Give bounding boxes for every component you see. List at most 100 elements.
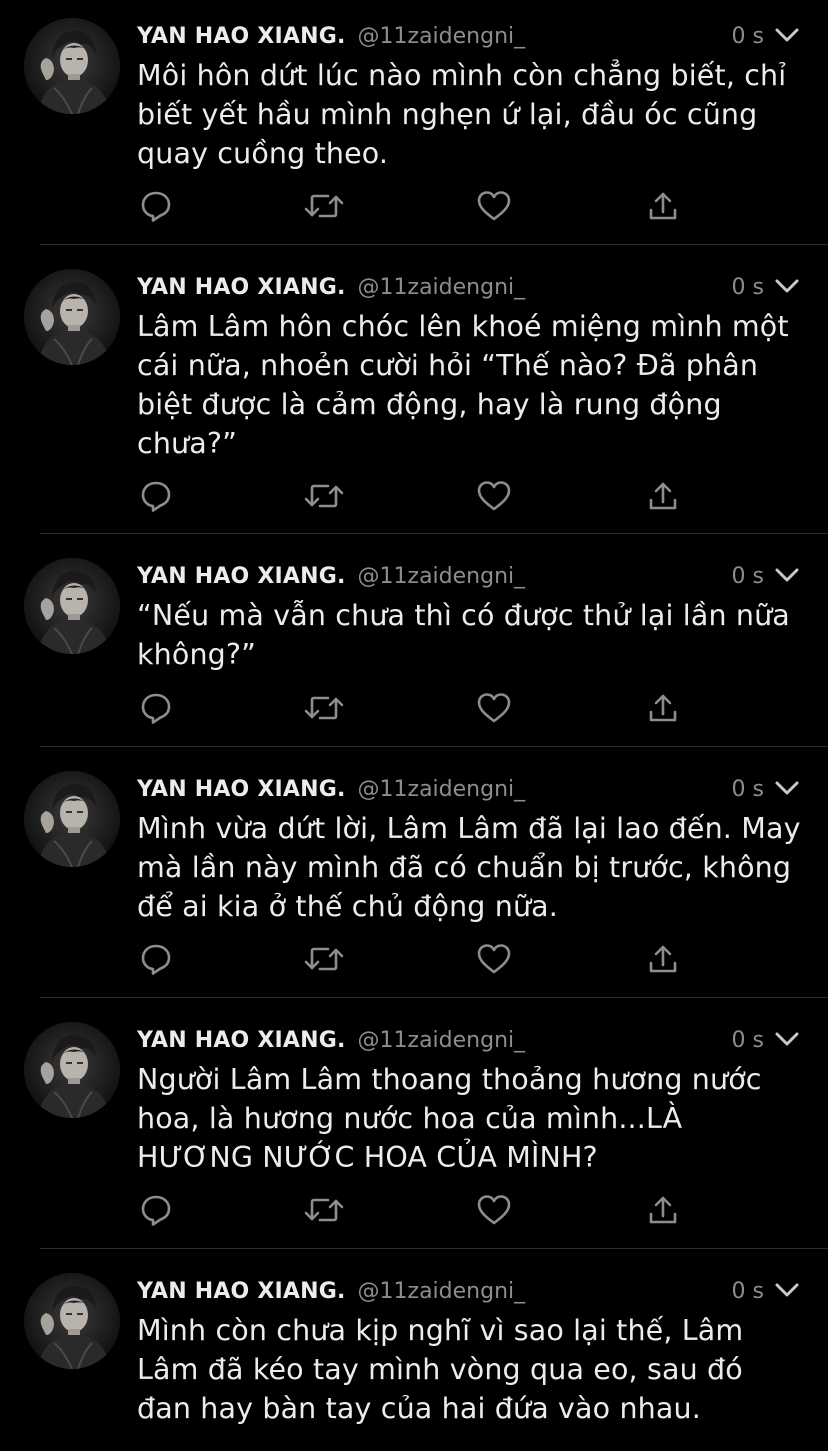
author-name[interactable]: YAN HAO XIANG. — [137, 564, 346, 589]
tweet-actions — [0, 688, 828, 728]
share-icon — [649, 1196, 677, 1224]
chevron-down-icon[interactable] — [774, 777, 800, 799]
tweet-actions — [0, 939, 828, 979]
author-handle[interactable]: @11zaidengni_ — [358, 275, 526, 300]
share-button[interactable] — [643, 939, 683, 979]
tweet-divider — [40, 533, 828, 534]
tweet-text-line: hoa, là hương nước hoa của mình...LÀ — [137, 1102, 683, 1135]
tweet-text-line: mà lần này mình đã có chuẩn bị trước, kh… — [137, 851, 792, 884]
heart-icon — [477, 693, 511, 723]
reply-icon — [141, 481, 171, 512]
reply-button[interactable] — [136, 1190, 176, 1230]
chevron-down-icon[interactable] — [774, 24, 800, 46]
author-handle[interactable]: @11zaidengni_ — [358, 1279, 526, 1304]
tweet-text-line: đan hay bàn tay của hai đứa vào nhau. — [137, 1392, 701, 1425]
retweet-icon — [304, 194, 344, 218]
like-button[interactable] — [474, 688, 514, 728]
reply-button[interactable] — [136, 939, 176, 979]
reply-button[interactable] — [136, 688, 176, 728]
share-button[interactable] — [643, 688, 683, 728]
author-handle[interactable]: @11zaidengni_ — [358, 1028, 526, 1053]
retweet-button[interactable] — [304, 186, 344, 226]
tweet-text-line: HƯƠNG NƯỚC HOA CỦA MÌNH? — [137, 1141, 598, 1174]
retweet-button[interactable] — [304, 476, 344, 516]
like-button[interactable] — [474, 1190, 514, 1230]
share-button[interactable] — [643, 186, 683, 226]
reply-button[interactable] — [136, 476, 176, 516]
tweet-text-line: biệt được là cảm động, hay là rung động — [137, 388, 722, 421]
reply-icon — [141, 944, 171, 975]
tweet-text: Người Lâm Lâm thoang thoảng hương nước ho… — [137, 1060, 813, 1177]
retweet-icon — [304, 484, 344, 508]
avatar[interactable] — [24, 771, 120, 867]
tweet-timestamp[interactable]: 0 s — [732, 1028, 764, 1053]
author-handle[interactable]: @11zaidengni_ — [358, 564, 526, 589]
share-icon — [649, 945, 677, 973]
tweet-text: Môi hôn dứt lúc nào mình còn chẳng biết,… — [137, 56, 813, 173]
chevron-down-icon[interactable] — [774, 275, 800, 297]
like-button[interactable] — [474, 939, 514, 979]
reply-icon — [141, 693, 171, 724]
tweet-timestamp[interactable]: 0 s — [732, 564, 764, 589]
chevron-down-icon[interactable] — [774, 1279, 800, 1301]
retweet-button[interactable] — [304, 939, 344, 979]
retweet-button[interactable] — [304, 688, 344, 728]
tweet-text: Mình vừa dứt lời, Lâm Lâm đã lại lao đến… — [137, 809, 813, 926]
retweet-icon — [304, 696, 344, 720]
tweet-text: Lâm Lâm hôn chóc lên khoé miệng mình một… — [137, 307, 813, 463]
share-button[interactable] — [643, 476, 683, 516]
tweet-text-line: Mình vừa dứt lời, Lâm Lâm đã lại lao đến… — [137, 812, 801, 845]
tweet-header: YAN HAO XIANG. @11zaidengni_ 0 s — [137, 18, 800, 54]
retweet-button[interactable] — [304, 1190, 344, 1230]
author-name[interactable]: YAN HAO XIANG. — [137, 275, 346, 300]
heart-icon — [477, 191, 511, 221]
reply-button[interactable] — [136, 186, 176, 226]
tweet-text-line: Lâm đã kéo tay mình vòng qua eo, sau đó — [137, 1353, 743, 1386]
chevron-down-icon[interactable] — [774, 564, 800, 586]
tweet-text-line: không?” — [137, 638, 257, 671]
like-button[interactable] — [474, 476, 514, 516]
avatar[interactable] — [24, 558, 120, 654]
tweet-text: “Nếu mà vẫn chưa thì có được thử lại lần… — [137, 596, 813, 674]
avatar[interactable] — [24, 18, 120, 114]
tweet-text-line: biết yết hầu mình nghẹn ứ lại, đầu óc cũ… — [137, 98, 758, 131]
tweet-text-line: quay cuồng theo. — [137, 137, 389, 170]
share-icon — [649, 694, 677, 722]
tweet-divider — [40, 1248, 828, 1249]
tweet-text: Mình còn chưa kịp nghĩ vì sao lại thế, L… — [137, 1311, 813, 1428]
chevron-down-icon[interactable] — [774, 1028, 800, 1050]
heart-icon — [477, 481, 511, 511]
tweet-text-line: Mình còn chưa kịp nghĩ vì sao lại thế, L… — [137, 1314, 744, 1347]
share-icon — [649, 192, 677, 220]
reply-icon — [141, 1195, 171, 1226]
author-name[interactable]: YAN HAO XIANG. — [137, 1279, 346, 1304]
author-name[interactable]: YAN HAO XIANG. — [137, 1028, 346, 1053]
tweet-header: YAN HAO XIANG. @11zaidengni_ 0 s — [137, 1022, 800, 1058]
tweet-text-line: “Nếu mà vẫn chưa thì có được thử lại lần… — [137, 599, 790, 632]
tweet-timestamp[interactable]: 0 s — [732, 777, 764, 802]
tweet-actions — [0, 186, 828, 226]
tweet-header: YAN HAO XIANG. @11zaidengni_ 0 s — [137, 558, 800, 594]
author-name[interactable]: YAN HAO XIANG. — [137, 777, 346, 802]
author-handle[interactable]: @11zaidengni_ — [358, 777, 526, 802]
tweet-actions — [0, 476, 828, 516]
tweet-text-line: Người Lâm Lâm thoang thoảng hương nước — [137, 1063, 762, 1096]
avatar[interactable] — [24, 269, 120, 365]
avatar[interactable] — [24, 1022, 120, 1118]
share-button[interactable] — [643, 1190, 683, 1230]
retweet-icon — [304, 947, 344, 971]
tweet-timestamp[interactable]: 0 s — [732, 24, 764, 49]
reply-icon — [141, 191, 171, 222]
tweet-timestamp[interactable]: 0 s — [732, 275, 764, 300]
tweet-header: YAN HAO XIANG. @11zaidengni_ 0 s — [137, 1273, 800, 1309]
tweet-text-line: để ai kia ở thế chủ động nữa. — [137, 890, 558, 923]
tweet-text-line: chưa?” — [137, 427, 238, 460]
like-button[interactable] — [474, 186, 514, 226]
tweet-text-line: Môi hôn dứt lúc nào mình còn chẳng biết,… — [137, 59, 787, 92]
tweet-divider — [40, 244, 828, 245]
share-icon — [649, 482, 677, 510]
author-name[interactable]: YAN HAO XIANG. — [137, 24, 346, 49]
tweet-timestamp[interactable]: 0 s — [732, 1279, 764, 1304]
avatar[interactable] — [24, 1273, 120, 1369]
author-handle[interactable]: @11zaidengni_ — [358, 24, 526, 49]
